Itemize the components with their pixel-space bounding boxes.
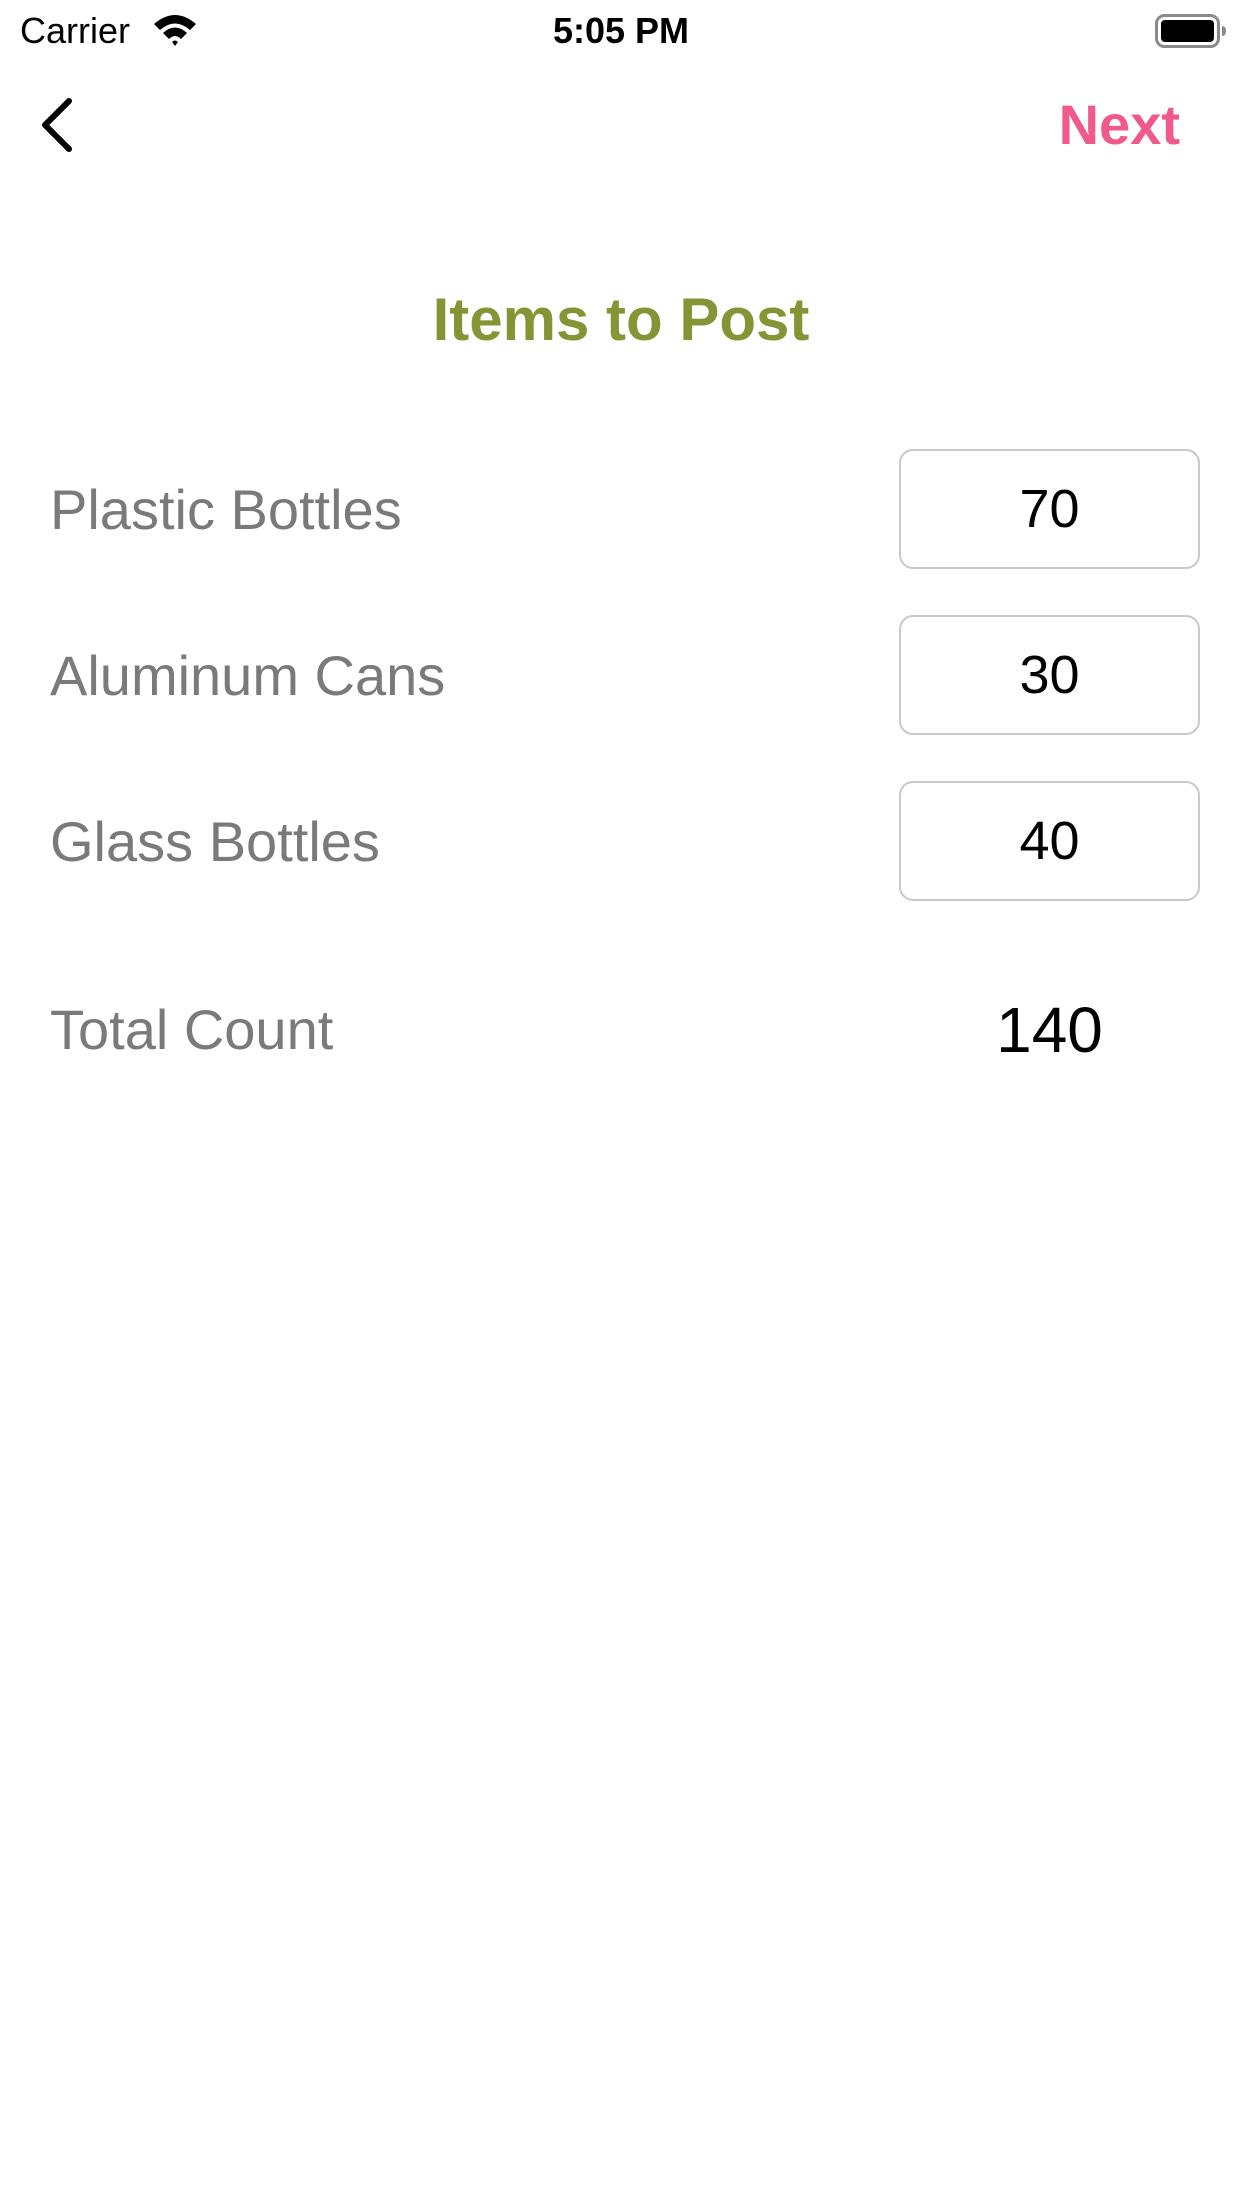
item-label: Aluminum Cans — [50, 644, 446, 707]
item-row-glass-bottles: Glass Bottles — [0, 781, 1242, 903]
plastic-bottles-input[interactable] — [899, 449, 1200, 569]
total-row: Total Count 140 — [0, 970, 1242, 1090]
aluminum-cans-input[interactable] — [899, 615, 1200, 735]
item-row-aluminum-cans: Aluminum Cans — [0, 615, 1242, 737]
item-label: Glass Bottles — [50, 810, 380, 873]
back-button[interactable] — [22, 90, 92, 160]
navigation-bar: Next — [0, 60, 1242, 192]
next-button[interactable]: Next — [1059, 90, 1180, 160]
chevron-left-icon — [42, 98, 72, 152]
total-label: Total Count — [50, 998, 334, 1061]
glass-bottles-input[interactable] — [899, 781, 1200, 901]
item-row-plastic-bottles: Plastic Bottles — [0, 449, 1242, 571]
item-label: Plastic Bottles — [50, 478, 402, 541]
total-value: 140 — [996, 994, 1103, 1066]
battery-icon — [1155, 14, 1227, 48]
status-time: 5:05 PM — [552, 10, 690, 51]
page-title: Items to Post — [432, 286, 810, 353]
status-bar: Carrier 5:05 PM — [0, 0, 1242, 60]
